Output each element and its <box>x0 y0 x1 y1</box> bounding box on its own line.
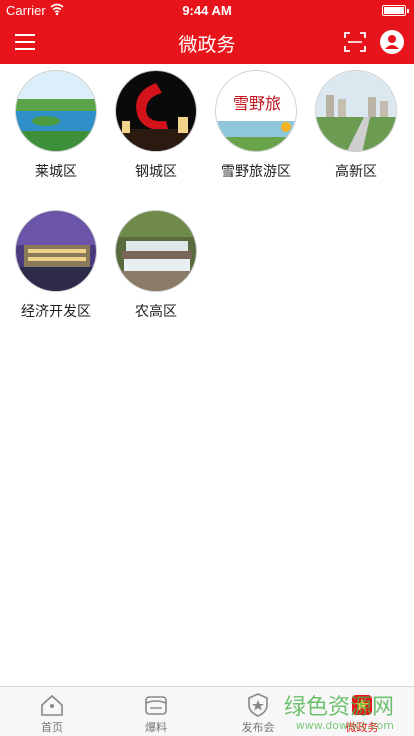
district-photo <box>115 70 197 152</box>
district-jingji[interactable]: 经济开发区 <box>6 204 106 321</box>
tab-bar: 首页 爆料 发布会 微政务 <box>0 686 414 736</box>
district-nonggao[interactable]: 农高区 <box>106 204 206 321</box>
district-label: 雪野旅游区 <box>221 164 291 180</box>
home-icon <box>41 694 63 716</box>
tab-home[interactable]: 首页 <box>0 687 104 736</box>
badge-icon <box>248 693 268 717</box>
star-icon <box>352 695 372 715</box>
district-laicheng[interactable]: 莱城区 <box>6 64 106 181</box>
user-icon[interactable] <box>380 30 404 54</box>
district-label: 莱城区 <box>35 164 77 180</box>
district-gaoxin[interactable]: 高新区 <box>306 64 406 181</box>
tab-label: 爆料 <box>145 721 167 734</box>
red-sculpture-image <box>116 71 196 151</box>
news-icon <box>145 696 167 715</box>
district-photo <box>315 70 397 152</box>
district-gangcheng[interactable]: 钢城区 <box>106 64 206 181</box>
tab-weizhengwu[interactable]: 微政务 <box>310 687 414 736</box>
tab-label: 微政务 <box>345 721 379 734</box>
city-road-image <box>316 71 396 151</box>
scan-icon[interactable] <box>344 32 366 52</box>
district-label: 钢城区 <box>135 164 177 180</box>
top-bar: Carrier 9:44 AM 微政务 <box>0 0 414 64</box>
district-photo-text: 雪野旅 <box>233 94 281 113</box>
district-photo <box>15 70 97 152</box>
district-xueye[interactable]: 雪野旅 雪野旅游区 <box>206 64 306 181</box>
clock: 9:44 AM <box>182 3 232 18</box>
tab-label: 首页 <box>41 721 63 734</box>
status-bar: Carrier 9:44 AM <box>0 0 414 20</box>
tab-fabuhui[interactable]: 发布会 <box>206 687 310 736</box>
tab-baoliao[interactable]: 爆料 <box>104 687 208 736</box>
district-photo <box>115 210 197 292</box>
district-label: 高新区 <box>335 164 377 180</box>
nav-bar: 微政务 <box>0 20 414 64</box>
xueye-scenic-image: 雪野旅 <box>216 71 296 151</box>
district-photo: 雪野旅 <box>215 70 297 152</box>
district-label: 经济开发区 <box>21 304 91 320</box>
lake-park-image <box>16 71 96 151</box>
district-label: 农高区 <box>135 304 177 320</box>
district-photo <box>15 210 97 292</box>
tab-label: 发布会 <box>241 721 275 734</box>
night-building-image <box>16 211 96 291</box>
waterfall-image <box>116 211 196 291</box>
battery-icon <box>382 5 409 16</box>
